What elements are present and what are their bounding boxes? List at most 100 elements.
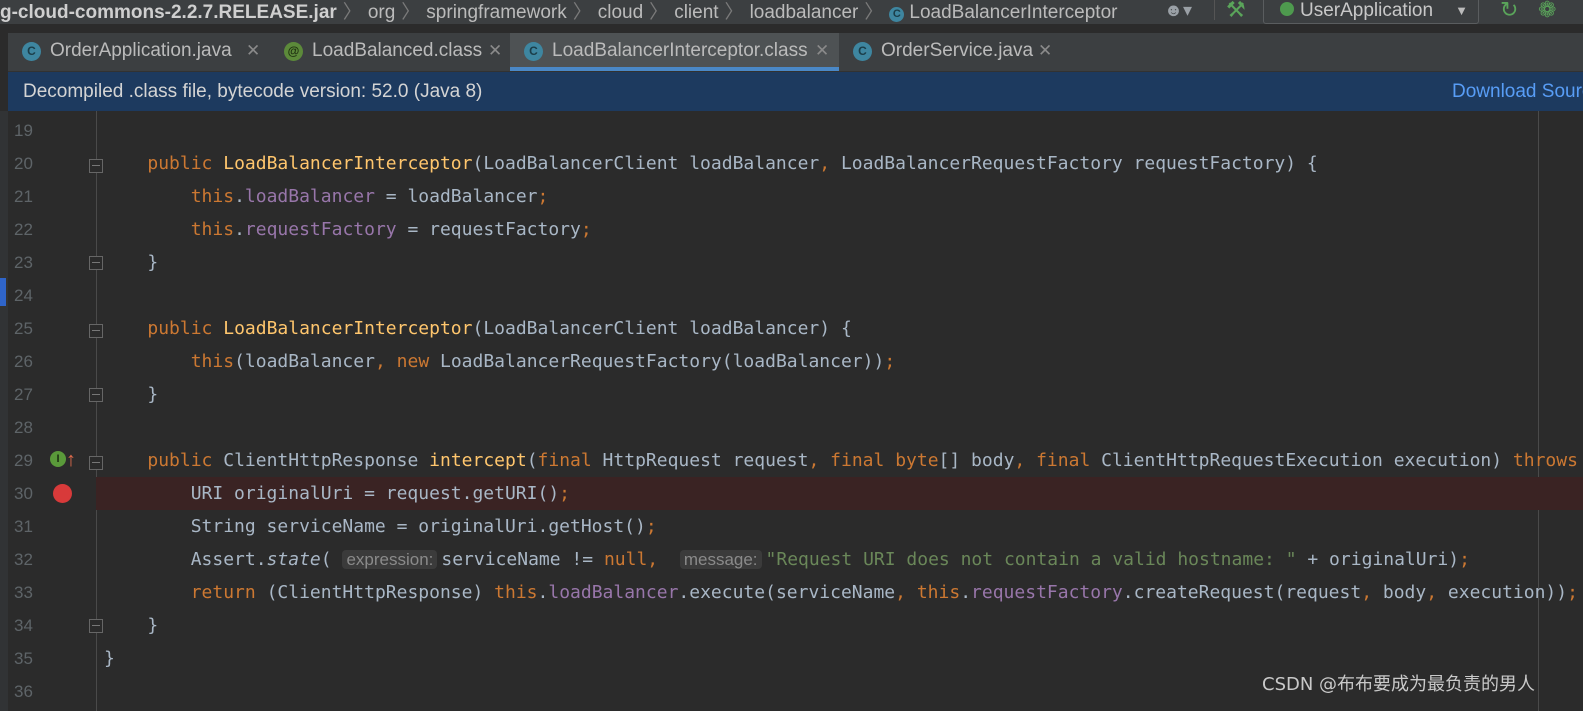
implements-icon[interactable]: I xyxy=(50,451,66,467)
line-number: 19 xyxy=(14,121,33,140)
tool-window-marker[interactable] xyxy=(0,278,6,306)
breadcrumb-item-client[interactable]: client xyxy=(674,2,718,23)
parameter-hint-expression: expression: xyxy=(342,550,438,569)
line-number: 35 xyxy=(14,649,33,668)
tool-window-strip xyxy=(0,111,8,711)
user-icon[interactable]: ☻▾ xyxy=(1164,0,1192,21)
code-line: 24 xyxy=(8,279,1583,312)
tab-order-service[interactable]: C OrderService.java ✕ xyxy=(839,33,1069,71)
line-number: 36 xyxy=(14,682,33,701)
line-number: 33 xyxy=(14,583,33,602)
line-number: 22 xyxy=(14,220,33,239)
code-line: 32 Assert.state( expression: serviceName … xyxy=(8,543,1583,576)
chevron-down-icon: ▼ xyxy=(1455,3,1468,18)
breadcrumb-item-org[interactable]: org xyxy=(368,2,395,23)
line-number: 27 xyxy=(14,385,33,404)
code-text: public LoadBalancerInterceptor(LoadBalan… xyxy=(147,153,1318,174)
code-line: 26 this(loadBalancer, new LoadBalancerRe… xyxy=(8,345,1583,378)
code-line: 19 xyxy=(8,114,1583,147)
class-icon: C xyxy=(524,42,543,61)
run-configuration-label: UserApplication xyxy=(1300,0,1434,21)
code-line-breakpoint: 30 URI originalUri = request.getURI(); xyxy=(8,477,1583,510)
watermark-text: CSDN @布布要成为最负责的男人 xyxy=(1262,674,1536,695)
code-text: } xyxy=(104,384,159,405)
run-configuration-select[interactable]: UserApplication ▼ xyxy=(1263,0,1479,24)
application-class-icon: C xyxy=(22,42,41,61)
code-line: 25 public LoadBalancerInterceptor(LoadBa… xyxy=(8,312,1583,345)
code-text: } xyxy=(104,252,159,273)
breadcrumb: g-cloud-commons-2.2.7.RELEASE.jar 〉 org 〉 sp… xyxy=(0,0,1117,24)
rerun-icon[interactable]: ↻ xyxy=(1500,0,1518,23)
breadcrumb-item-springframework[interactable]: springframework xyxy=(426,2,566,23)
debug-bug-icon[interactable]: ❁ xyxy=(1538,0,1556,23)
code-text: public LoadBalancerInterceptor(LoadBalan… xyxy=(147,318,852,339)
line-number: 34 xyxy=(14,616,33,635)
breakpoint-icon[interactable] xyxy=(53,484,72,503)
close-icon[interactable]: ✕ xyxy=(1038,33,1052,69)
code-text: this.loadBalancer = loadBalancer; xyxy=(190,186,549,207)
code-text: public ClientHttpResponse intercept(fina… xyxy=(147,450,1578,471)
decompiled-notice-banner: Decompiled .class file, bytecode version… xyxy=(8,72,1583,111)
build-hammer-icon[interactable]: ⚒ xyxy=(1226,0,1246,23)
code-editor[interactable]: 19 20 public LoadBalancerInterceptor(Loa… xyxy=(8,111,1583,711)
close-icon[interactable]: ✕ xyxy=(488,33,502,69)
download-sources-link[interactable]: Download Sources xyxy=(1452,72,1583,111)
tab-load-balancer-interceptor[interactable]: C LoadBalancerInterceptor.class ✕ xyxy=(510,33,839,71)
breadcrumb-separator: 〉 xyxy=(649,2,669,23)
code-text: this(loadBalancer, new LoadBalancerReque… xyxy=(190,351,896,372)
code-line: 27 } xyxy=(8,378,1583,411)
code-line: 29 I ↑ public ClientHttpResponse interce… xyxy=(8,444,1583,477)
code-text: Assert.state( expression: serviceName != … xyxy=(104,549,1470,570)
line-number: 29 xyxy=(14,451,33,470)
breadcrumb-jar[interactable]: g-cloud-commons-2.2.7.RELEASE.jar xyxy=(0,2,337,23)
tab-label: OrderService.java xyxy=(881,40,1034,61)
navigation-bar: g-cloud-commons-2.2.7.RELEASE.jar 〉 org 〉 sp… xyxy=(0,0,1583,24)
line-number: 30 xyxy=(14,484,33,503)
close-icon[interactable]: ✕ xyxy=(246,33,260,69)
code-line: 28 xyxy=(8,411,1583,444)
line-number: 24 xyxy=(14,286,33,305)
code-line: 20 public LoadBalancerInterceptor(LoadBa… xyxy=(8,147,1583,180)
line-number: 21 xyxy=(14,187,33,206)
tab-label: LoadBalancerInterceptor.class xyxy=(552,40,808,61)
code-text: URI originalUri = request.getURI(); xyxy=(96,477,1583,510)
breadcrumb-separator: 〉 xyxy=(342,2,362,23)
close-icon[interactable]: ✕ xyxy=(815,33,829,69)
breadcrumb-separator: 〉 xyxy=(864,2,884,23)
code-line: 23 } xyxy=(8,246,1583,279)
class-icon: C xyxy=(889,7,905,22)
breadcrumb-item-loadbalancer[interactable]: loadbalancer xyxy=(750,2,859,23)
class-icon: C xyxy=(853,42,872,61)
line-number: 25 xyxy=(14,319,33,338)
breadcrumb-separator: 〉 xyxy=(572,2,592,23)
breadcrumb-current[interactable]: LoadBalancerInterceptor xyxy=(909,2,1117,23)
line-number: 28 xyxy=(14,418,33,437)
tab-label: OrderApplication.java xyxy=(50,40,232,61)
breadcrumb-separator: 〉 xyxy=(724,2,744,23)
banner-text: Decompiled .class file, bytecode version… xyxy=(23,81,483,102)
annotation-icon: @ xyxy=(284,42,303,61)
line-number: 23 xyxy=(14,253,33,272)
line-number: 20 xyxy=(14,154,33,173)
line-number: 32 xyxy=(14,550,33,569)
code-line: 33 return (ClientHttpResponse) this.load… xyxy=(8,576,1583,609)
code-line: 21 this.loadBalancer = loadBalancer; xyxy=(8,180,1583,213)
breadcrumb-item-cloud[interactable]: cloud xyxy=(598,2,643,23)
override-arrow-icon[interactable]: ↑ xyxy=(66,444,76,477)
tab-load-balanced[interactable]: @ LoadBalanced.class ✕ xyxy=(270,33,510,71)
code-text: return (ClientHttpResponse) this.loadBal… xyxy=(190,582,1578,603)
code-line: 34 } xyxy=(8,609,1583,642)
line-number: 26 xyxy=(14,352,33,371)
editor-tabs: C OrderApplication.java ✕ @ LoadBalanced… xyxy=(8,33,1583,72)
line-number: 31 xyxy=(14,517,33,536)
tab-order-application[interactable]: C OrderApplication.java ✕ xyxy=(8,33,270,71)
breadcrumb-separator: 〉 xyxy=(401,2,421,23)
spring-boot-icon xyxy=(1280,2,1294,16)
parameter-hint-message: message: xyxy=(679,550,762,569)
code-line: 31 String serviceName = originalUri.getH… xyxy=(8,510,1583,543)
toolbar-divider xyxy=(1214,0,1215,20)
code-line: 22 this.requestFactory = requestFactory; xyxy=(8,213,1583,246)
